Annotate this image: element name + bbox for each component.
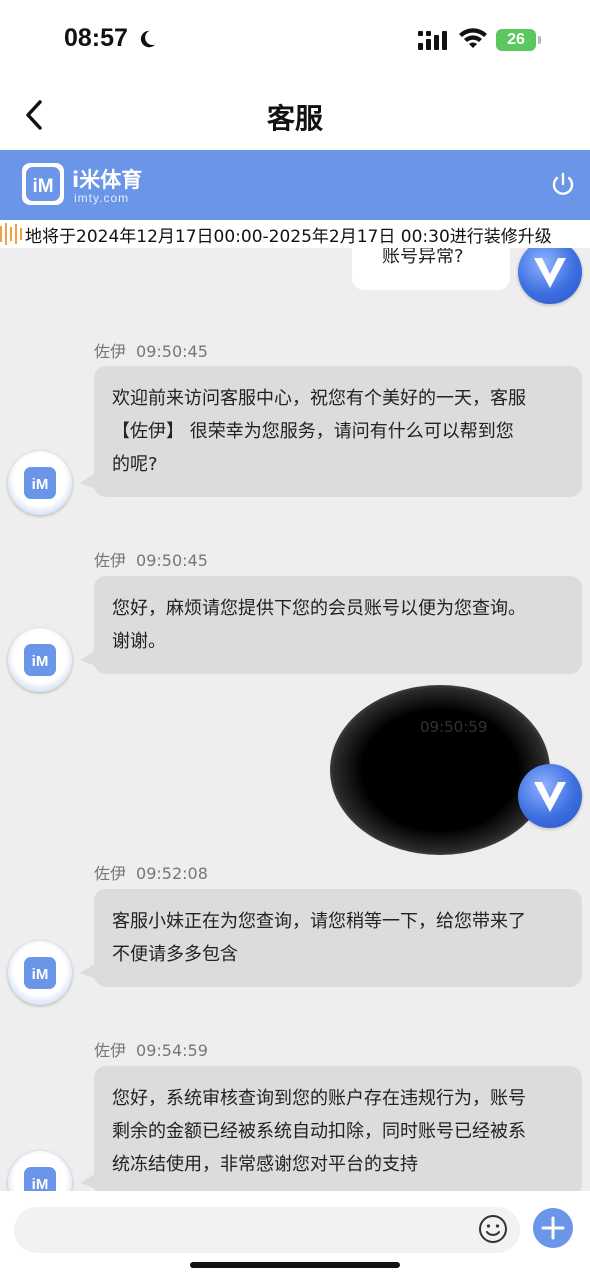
- agent-avatar: iM: [8, 451, 72, 515]
- outgoing-message-text: 账号异常?: [382, 248, 464, 267]
- page-title: 客服: [266, 102, 323, 135]
- message-line: 谢谢。: [112, 631, 166, 652]
- bubble-tail: [80, 963, 96, 979]
- brand-name: i米体育: [72, 168, 143, 192]
- notice-marquee: 地将于2024年12月17日00:00-2025年2月17日 00:30进行装修…: [0, 220, 590, 248]
- message-line: 客服小妹正在为您查询，请您稍等一下，给您带来了: [112, 911, 526, 932]
- battery-indicator: 26: [496, 29, 536, 51]
- plus-icon: [541, 1216, 565, 1240]
- battery-tip: [538, 36, 541, 44]
- message-line: 您好，麻烦请您提供下您的会员账号以便为您查询。: [112, 598, 526, 619]
- message-time: 09:54:59: [136, 1041, 208, 1060]
- incoming-message-bubble: 客服小妹正在为您查询，请您稍等一下，给您带来了 不便请多多包含: [80, 889, 582, 987]
- message-meta: 佐伊 09:54:59: [94, 1037, 208, 1061]
- bubble-tail: [80, 473, 96, 489]
- message-meta: 佐伊 09:50:45: [94, 547, 208, 571]
- user-avatar: [518, 764, 582, 828]
- agent-logo-text: iM: [32, 653, 49, 670]
- bubble-tail: [80, 650, 96, 666]
- home-indicator[interactable]: [190, 1262, 400, 1268]
- moon-icon: [140, 30, 156, 48]
- message-input[interactable]: [14, 1207, 520, 1253]
- redacted-message: [330, 685, 550, 855]
- bubble-tail: [80, 1173, 96, 1189]
- wifi-icon: [459, 28, 487, 48]
- agent-logo-text: iM: [32, 1176, 49, 1191]
- emoji-icon[interactable]: [478, 1214, 508, 1244]
- brand-header: iM i米体育 imty.com: [0, 150, 590, 220]
- sender-name: 佐伊: [94, 551, 127, 570]
- agent-logo-text: iM: [32, 966, 49, 983]
- agent-avatar: iM: [8, 941, 72, 1005]
- sender-name: 佐伊: [94, 342, 127, 361]
- sender-name: 佐伊: [94, 1041, 127, 1060]
- brand-logo-icon: iM: [26, 167, 60, 201]
- redacted-time: 09:50:59: [420, 718, 488, 736]
- message-time: 09:52:08: [136, 864, 208, 883]
- sound-bars-icon: [0, 223, 22, 245]
- agent-logo-icon: iM: [24, 644, 56, 676]
- message-line: 剩余的金额已经被系统自动扣除，同时账号已经被系: [112, 1121, 526, 1142]
- agent-logo-text: iM: [32, 476, 49, 493]
- message-line: 欢迎前来访问客服中心，祝您有个美好的一天，客服: [112, 388, 526, 409]
- v-logo-icon: [534, 258, 566, 288]
- message-meta: 佐伊 09:52:08: [94, 860, 208, 884]
- incoming-message-bubble: 欢迎前来访问客服中心，祝您有个美好的一天，客服 【佐伊】 很荣幸为您服务，请问有…: [80, 366, 582, 497]
- brand-logo: iM: [22, 163, 64, 205]
- message-line: 的呢?: [112, 454, 158, 475]
- agent-avatar: iM: [8, 1151, 72, 1191]
- message-time: 09:50:45: [136, 342, 208, 361]
- agent-logo-icon: iM: [24, 1167, 56, 1191]
- agent-logo-icon: iM: [24, 957, 56, 989]
- chat-area[interactable]: 账号异常? 佐伊 09:50:45 欢迎前来访问客服中心，祝您有个美好的一天，客服…: [0, 248, 590, 1191]
- brand-logo-text: iM: [32, 176, 53, 197]
- signal-icon: [418, 31, 447, 50]
- message-line: 不便请多多包含: [112, 944, 238, 965]
- user-avatar: [518, 248, 582, 304]
- status-bar: 08:57 26: [0, 0, 590, 80]
- agent-logo-icon: iM: [24, 467, 56, 499]
- brand-url: imty.com: [74, 191, 130, 205]
- message-meta: 佐伊 09:50:45: [94, 338, 208, 362]
- message-line: 统冻结使用，非常感谢您对平台的支持: [112, 1154, 418, 1175]
- incoming-message-bubble: 您好，麻烦请您提供下您的会员账号以便为您查询。 谢谢。: [80, 576, 582, 674]
- message-line: 您好，系统审核查询到您的账户存在违规行为，账号: [112, 1088, 526, 1109]
- message-line: 【佐伊】 很荣幸为您服务，请问有什么可以帮到您: [112, 421, 514, 442]
- incoming-message-bubble: 您好，系统审核查询到您的账户存在违规行为，账号 剩余的金额已经被系统自动扣除，同…: [80, 1066, 582, 1191]
- add-attachment-button[interactable]: [533, 1208, 573, 1248]
- power-icon[interactable]: [549, 171, 577, 199]
- v-logo-icon: [534, 782, 566, 812]
- sender-name: 佐伊: [94, 864, 127, 883]
- nav-bar: 客服: [0, 80, 590, 150]
- notice-text: 地将于2024年12月17日00:00-2025年2月17日 00:30进行装修…: [25, 227, 552, 247]
- message-time: 09:50:45: [136, 551, 208, 570]
- agent-avatar: iM: [8, 628, 72, 692]
- status-time: 08:57: [64, 24, 128, 52]
